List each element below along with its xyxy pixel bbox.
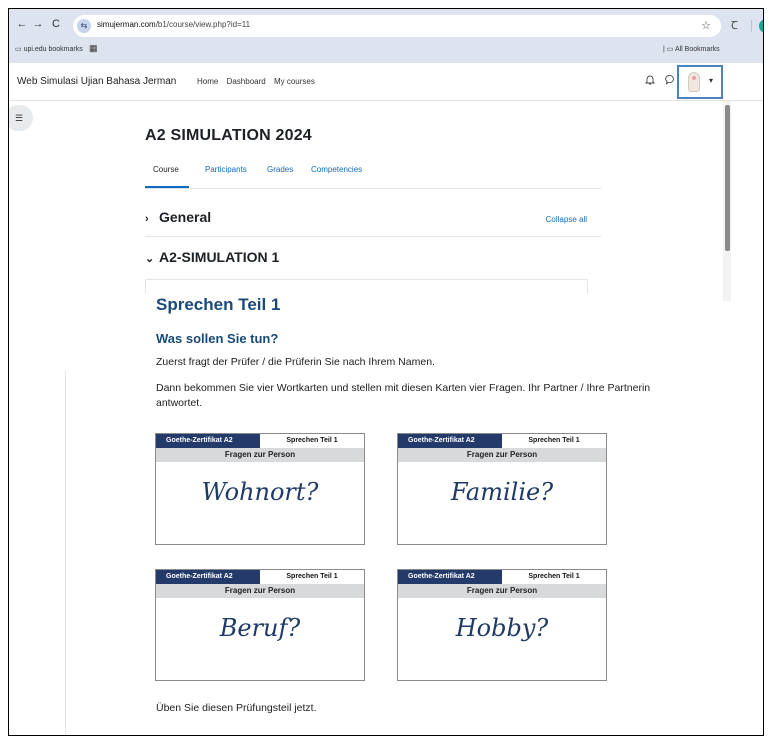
address-bar[interactable]: ⇆ simujerman.com/b1/course/view.php?id=1… — [73, 15, 721, 37]
folder-icon: ▭ — [15, 46, 24, 53]
browser-toolbar: ← → C ⇆ simujerman.com/b1/course/view.ph… — [9, 9, 763, 63]
collapse-all-link[interactable]: Collapse all — [546, 215, 587, 224]
extensions-icon[interactable]: Ꞇ — [731, 18, 738, 33]
card-topic: Fragen zur Person — [156, 448, 364, 462]
card-topic: Fragen zur Person — [398, 584, 606, 598]
card-word: Hobby? — [455, 614, 549, 642]
tab-competencies[interactable]: Competencies — [311, 165, 362, 174]
folder-icon: | ▭ — [663, 46, 675, 53]
tab-grades[interactable]: Grades — [267, 165, 293, 174]
section-general[interactable]: › General Collapse all — [145, 209, 601, 225]
instruction-paragraph-2: Dann bekommen Sie vier Wortkarten und st… — [156, 382, 651, 409]
tab-participants[interactable]: Participants — [205, 165, 247, 174]
card-part-label: Sprechen Teil 1 — [502, 434, 606, 448]
content-heading: Sprechen Teil 1 — [156, 295, 281, 314]
course-tabs: Course Participants Grades Competencies — [145, 165, 601, 189]
word-card-familie: Goethe-Zertifikat A2 Sprechen Teil 1 Fra… — [397, 433, 607, 545]
user-menu-toggle[interactable]: ▾ — [677, 65, 723, 99]
card-exam-label: Goethe-Zertifikat A2 — [156, 434, 260, 448]
instruction-paragraph-1: Zuerst fragt der Prüfer / die Prüferin S… — [156, 356, 435, 368]
url-path: /b1/course/view.php?id=11 — [155, 20, 251, 29]
site-settings-icon[interactable]: ⇆ — [77, 19, 91, 33]
site-navbar: Web Simulasi Ujian Bahasa Jerman Home Da… — [9, 63, 763, 101]
apps-grid-icon[interactable]: ▦ — [89, 43, 98, 54]
card-exam-label: Goethe-Zertifikat A2 — [156, 570, 260, 584]
messages-chat-icon[interactable] — [665, 74, 676, 88]
bookmark-folder-upi[interactable]: ▭ upi.edu bookmarks — [15, 45, 83, 53]
forward-arrow-icon[interactable]: → — [31, 18, 45, 30]
content-subheading: Was sollen Sie tun? — [156, 331, 279, 346]
chevron-down-icon: ⌄ — [145, 253, 155, 265]
practice-prompt: Üben Sie diesen Prüfungsteil jetzt. — [156, 702, 317, 714]
user-avatar — [688, 72, 700, 92]
scrollbar-thumb[interactable] — [725, 105, 730, 251]
list-icon: ☰ — [14, 113, 24, 123]
notification-bell-icon[interactable] — [644, 74, 656, 88]
card-header: Goethe-Zertifikat A2 Sprechen Teil 1 — [398, 434, 606, 448]
nav-my-courses[interactable]: My courses — [274, 77, 315, 86]
section-a2-simulation-1[interactable]: ⌄ A2-SIMULATION 1 — [145, 249, 601, 265]
section-title: A2-SIMULATION 1 — [159, 249, 280, 265]
chevron-down-icon: ▾ — [709, 76, 714, 85]
word-card-hobby: Goethe-Zertifikat A2 Sprechen Teil 1 Fra… — [397, 569, 607, 681]
course-index-toggle[interactable]: ☰ — [9, 105, 33, 131]
browser-window: ← → C ⇆ simujerman.com/b1/course/view.ph… — [8, 8, 764, 736]
bookmark-folder-label: upi.edu bookmarks — [23, 46, 83, 53]
content-left-border — [65, 371, 66, 735]
card-header: Goethe-Zertifikat A2 Sprechen Teil 1 — [156, 434, 364, 448]
all-bookmarks-label: All Bookmarks — [674, 46, 720, 53]
activity-card-border — [145, 279, 588, 293]
card-word: Beruf? — [219, 614, 301, 642]
card-exam-label: Goethe-Zertifikat A2 — [398, 434, 502, 448]
card-part-label: Sprechen Teil 1 — [260, 570, 364, 584]
bookmark-star-icon[interactable]: ☆ — [701, 19, 711, 32]
card-topic: Fragen zur Person — [398, 448, 606, 462]
site-name[interactable]: Web Simulasi Ujian Bahasa Jerman — [17, 76, 176, 87]
card-word: Wohnort? — [201, 478, 319, 506]
section-divider — [145, 236, 601, 237]
tab-course[interactable]: Course — [153, 165, 179, 174]
card-part-label: Sprechen Teil 1 — [502, 570, 606, 584]
card-exam-label: Goethe-Zertifikat A2 — [398, 570, 502, 584]
active-tab-indicator — [145, 186, 189, 188]
url-text[interactable]: simujerman.com/b1/course/view.php?id=11 — [97, 20, 250, 29]
nav-home[interactable]: Home — [197, 77, 218, 86]
section-title: General — [159, 209, 212, 225]
reload-icon[interactable]: C — [49, 18, 63, 30]
card-word: Familie? — [450, 478, 554, 506]
all-bookmarks[interactable]: | ▭ All Bookmarks — [663, 45, 720, 53]
page-title: A2 SIMULATION 2024 — [145, 127, 312, 144]
nav-dashboard[interactable]: Dashboard — [227, 77, 266, 86]
card-header: Goethe-Zertifikat A2 Sprechen Teil 1 — [156, 570, 364, 584]
word-card-beruf: Goethe-Zertifikat A2 Sprechen Teil 1 Fra… — [155, 569, 365, 681]
back-arrow-icon[interactable]: ← — [15, 18, 29, 30]
url-host: simujerman.com — [97, 20, 156, 29]
profile-avatar[interactable]: W — [759, 19, 763, 33]
primary-navigation: Home Dashboard My courses — [197, 77, 321, 86]
card-topic: Fragen zur Person — [156, 584, 364, 598]
card-part-label: Sprechen Teil 1 — [260, 434, 364, 448]
chevron-right-icon: › — [145, 213, 149, 225]
toolbar-divider — [751, 20, 752, 32]
word-card-wohnort: Goethe-Zertifikat A2 Sprechen Teil 1 Fra… — [155, 433, 365, 545]
card-header: Goethe-Zertifikat A2 Sprechen Teil 1 — [398, 570, 606, 584]
